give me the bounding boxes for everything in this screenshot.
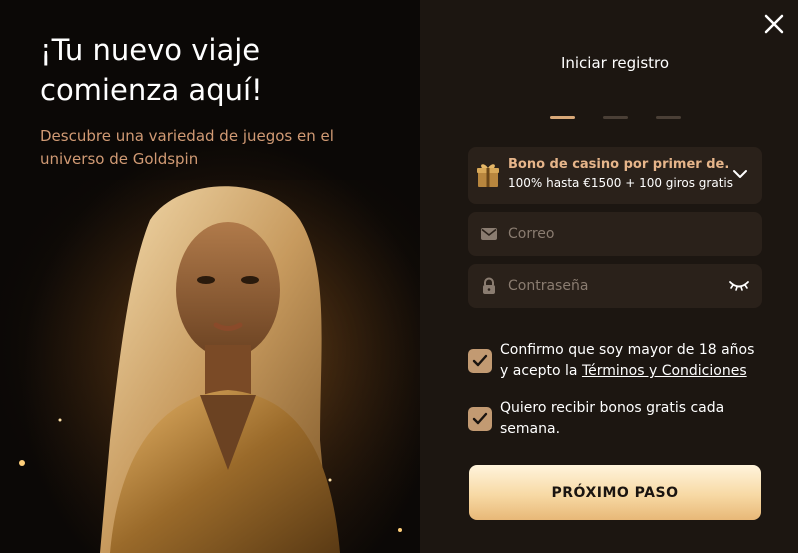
hero-title-line2: comienza aquí! [40,73,263,107]
bonus-selector[interactable]: Bono de casino por primer de... 100% has… [468,147,762,204]
chevron-down-icon [733,170,747,178]
mail-icon [481,228,497,240]
hero-subtitle: Descubre una variedad de juegos en el un… [40,127,334,168]
check-icon [472,412,488,425]
next-step-button[interactable]: PRÓXIMO PASO [469,465,761,520]
close-icon[interactable] [762,12,786,36]
bonus-title: Bono de casino por primer de... [508,157,730,172]
email-field-container [468,212,762,256]
hero-title: ¡Tu nuevo viaje comienza aquí! [40,30,400,110]
terms-link[interactable]: Términos y Condiciones [582,363,747,379]
age-terms-checkbox[interactable] [468,349,492,373]
bonus-description: 100% hasta €1500 + 100 giros gratis [508,176,734,190]
check-icon [472,354,488,367]
age-terms-label: Confirmo que soy mayor de 18 años y acep… [500,340,762,382]
woman-portrait-image [0,180,420,553]
password-field-container [468,264,762,308]
bonus-optin-label: Quiero recibir bonos gratis cada semana. [500,400,725,437]
password-input[interactable] [508,264,718,308]
lock-icon [483,277,495,294]
email-input[interactable] [508,212,718,256]
bonus-optin-checkbox[interactable] [468,407,492,431]
panel-title: Iniciar registro [560,54,670,72]
step-1 [550,116,575,119]
hero-title-line1: ¡Tu nuevo viaje [40,33,261,67]
eye-closed-icon[interactable] [728,279,750,293]
step-2 [603,116,628,119]
step-indicator [550,116,681,119]
hero-panel: ¡Tu nuevo viaje comienza aquí! Descubre … [0,0,420,553]
step-3 [656,116,681,119]
gift-icon [477,164,499,187]
